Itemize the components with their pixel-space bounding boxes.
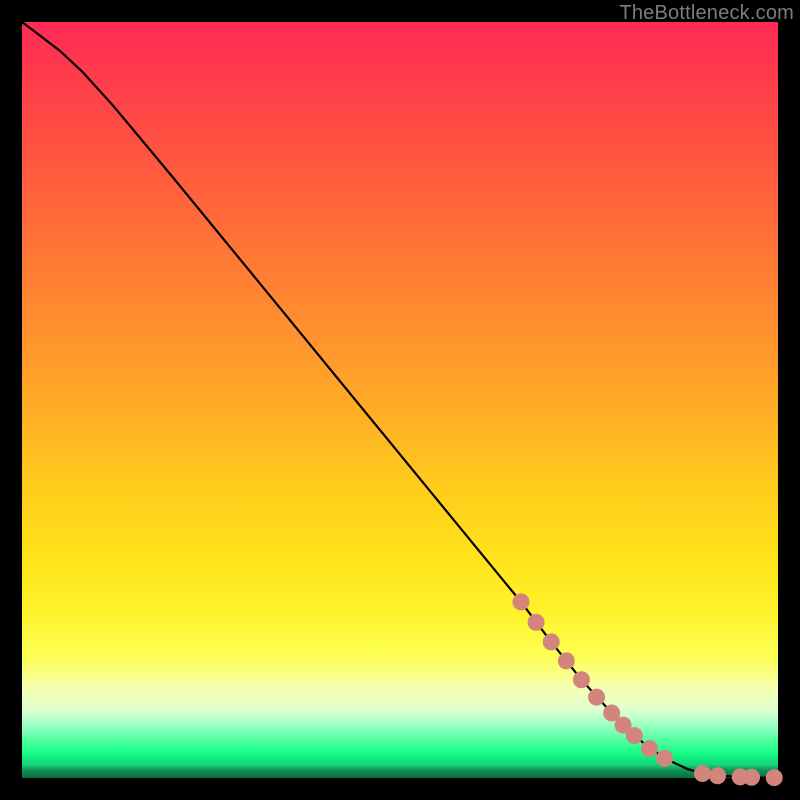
chart-plot-area — [22, 22, 778, 778]
chart-stage: TheBottleneck.com — [0, 0, 800, 800]
watermark-label: TheBottleneck.com — [619, 2, 794, 25]
